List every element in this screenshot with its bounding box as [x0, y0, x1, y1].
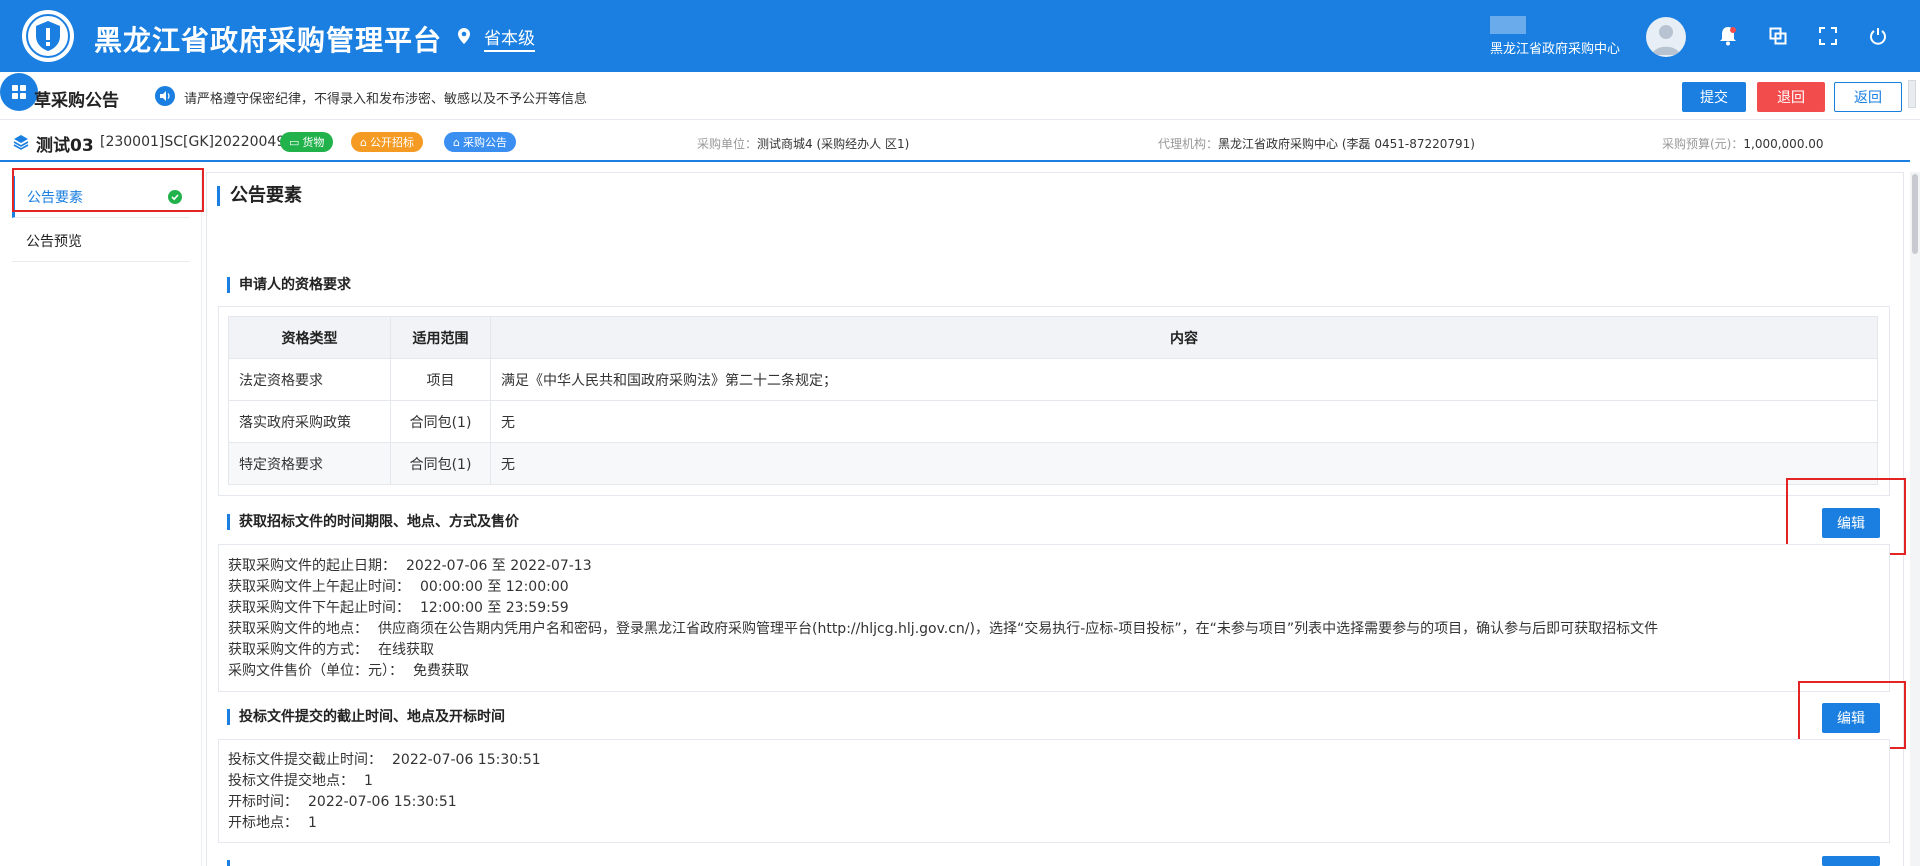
table-row: 法定资格要求 项目 满足《中华人民共和国政府采购法》第二十二条规定；: [228, 358, 1878, 401]
user-blur-mark: [1490, 16, 1526, 34]
cell-content: 满足《中华人民共和国政府采购法》第二十二条规定；: [490, 358, 1878, 401]
edit-submission-button[interactable]: 编辑: [1822, 703, 1880, 733]
column-header: 适用范围: [390, 316, 491, 359]
cell-scope: 项目: [390, 358, 491, 401]
submission-location: 投标文件提交地点： 1: [228, 773, 373, 789]
logo-shield-icon: [22, 10, 74, 62]
location-pin-icon: [458, 27, 470, 49]
section-title-qualification: 申请人的资格要求: [227, 277, 351, 293]
buyer-info: 采购单位：测试商城4 (采购经办人 区1): [697, 137, 910, 151]
page-title: 草采购公告: [34, 91, 119, 111]
sidebar-item-announcement-preview[interactable]: 公告预览: [12, 220, 190, 262]
layers-icon: [13, 134, 29, 154]
table-row: 特定资格要求 合同包(1) 无: [228, 442, 1878, 485]
cell-scope: 合同包(1): [390, 400, 491, 443]
opening-location: 开标地点： 1: [228, 815, 317, 831]
back-button[interactable]: 返回: [1834, 82, 1902, 112]
project-name: 测试03: [36, 136, 94, 156]
vertical-scrollbar[interactable]: [1910, 172, 1920, 866]
region-selector[interactable]: 省本级: [458, 24, 535, 52]
edit-next-button-partial[interactable]: [1822, 856, 1880, 866]
avatar[interactable]: [1646, 17, 1686, 57]
tag-goods: ▭ 货物: [280, 132, 334, 152]
sidebar: [12, 172, 202, 866]
submission-deadline: 投标文件提交截止时间： 2022-07-06 15:30:51: [228, 752, 541, 768]
sidebar-item-label: 公告预览: [26, 233, 82, 250]
monitor-icon: ▭: [289, 135, 300, 149]
check-circle-icon: [168, 190, 182, 204]
main-title: 公告要素: [217, 186, 302, 206]
cell-type: 法定资格要求: [228, 358, 391, 401]
obtain-method: 获取采购文件的方式： 在线获取: [228, 642, 434, 658]
mini-scrollbar[interactable]: [1908, 80, 1916, 108]
cell-type: 特定资格要求: [228, 442, 391, 485]
opening-time: 开标时间： 2022-07-06 15:30:51: [228, 794, 457, 810]
app-title: 黑龙江省政府采购管理平台: [94, 24, 443, 57]
sidebar-item-label: 公告要素: [27, 189, 83, 206]
bell-icon[interactable]: [1718, 26, 1738, 46]
column-header: 资格类型: [228, 316, 391, 359]
user-org-name: 黑龙江省政府采购中心: [1490, 42, 1621, 57]
section-title-obtain-documents: 获取招标文件的时间期限、地点、方式及售价: [227, 514, 519, 530]
obtain-price: 采购文件售价（单位：元）： 免费获取: [228, 663, 469, 679]
tag-procurement-announcement: ⌂ 采购公告: [444, 132, 516, 152]
submit-button[interactable]: 提交: [1682, 82, 1746, 112]
obtain-location: 获取采购文件的地点： 供应商须在公告期内凭用户名和密码，登录黑龙江省政府采购管理平…: [228, 621, 1659, 637]
power-icon[interactable]: [1868, 26, 1888, 46]
speaker-icon: [155, 86, 175, 106]
cell-content: 无: [490, 442, 1878, 485]
budget-info: 采购预算(元)：1,000,000.00: [1662, 137, 1824, 151]
qualification-table: 资格类型 适用范围 内容 法定资格要求 项目 满足《中华人民共和国政府采购法》第…: [228, 316, 1878, 485]
edit-obtain-button[interactable]: 编辑: [1822, 508, 1880, 538]
window-icon[interactable]: [1768, 26, 1788, 46]
table-row: 落实政府采购政策 合同包(1) 无: [228, 400, 1878, 443]
fullscreen-icon[interactable]: [1818, 26, 1838, 46]
cell-type: 落实政府采购政策: [228, 400, 391, 443]
reject-button[interactable]: 退回: [1757, 82, 1825, 112]
region-label: 省本级: [484, 24, 535, 52]
menu-grid-icon[interactable]: [0, 73, 38, 111]
scrollbar-thumb[interactable]: [1912, 174, 1918, 254]
cell-scope: 合同包(1): [390, 442, 491, 485]
column-header: 内容: [490, 316, 1878, 359]
obtain-afternoon-time: 获取采购文件下午起止时间： 12:00:00 至 23:59:59: [228, 600, 569, 616]
project-code: [230001]SC[GK]20220049: [100, 134, 286, 150]
obtain-date-range: 获取采购文件的起止日期： 2022-07-06 至 2022-07-13: [228, 558, 592, 574]
tag-public-bidding: ⌂ 公开招标: [351, 132, 423, 152]
section-title-next-partial: [227, 860, 239, 866]
sidebar-item-announcement-elements[interactable]: 公告要素: [12, 176, 190, 218]
home-icon: ⌂: [453, 135, 460, 149]
section-title-submission: 投标文件提交的截止时间、地点及开标时间: [227, 709, 505, 725]
obtain-morning-time: 获取采购文件上午起止时间： 00:00:00 至 12:00:00: [228, 579, 569, 595]
cell-content: 无: [490, 400, 1878, 443]
bank-icon: ⌂: [360, 135, 367, 149]
table-header-row: 资格类型 适用范围 内容: [228, 316, 1878, 359]
notice-text: 请严格遵守保密纪律，不得录入和发布涉密、敏感以及不予公开等信息: [184, 92, 588, 107]
agency-info: 代理机构：黑龙江省政府采购中心 (李磊 0451-87220791): [1158, 137, 1475, 151]
